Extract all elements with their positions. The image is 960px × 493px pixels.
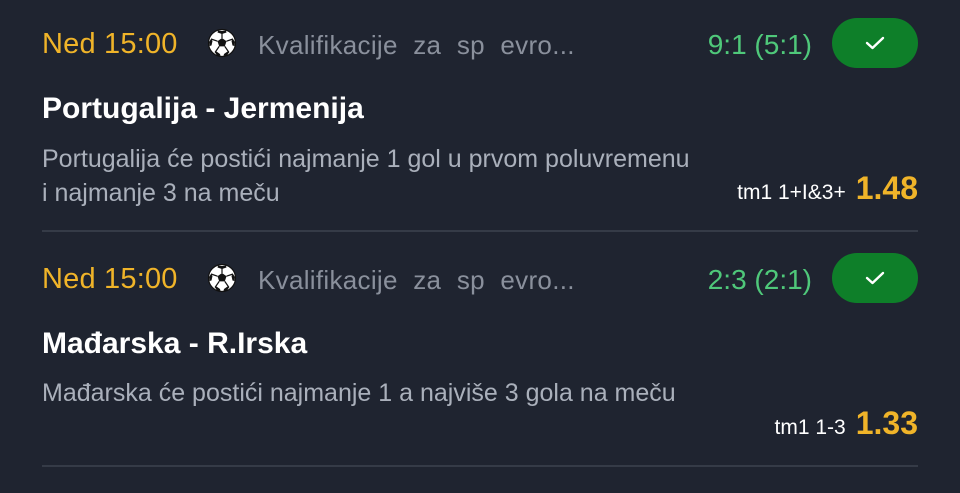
league-name: Kvalifikacije za sp evro... bbox=[258, 30, 575, 60]
market-code: tm1 1-3 bbox=[774, 416, 846, 439]
bet-item[interactable]: Ned 15:00 Kvalifikacije za sp evro... 2:… bbox=[42, 235, 918, 467]
match-time: Ned 15:00 bbox=[42, 28, 178, 60]
league-name: Kvalifikacije za sp evro... bbox=[258, 265, 575, 295]
bet-description: Portugalija će postići najmanje 1 gol u … bbox=[42, 145, 690, 207]
odd-value: 1.33 bbox=[855, 405, 918, 441]
match-time: Ned 15:00 bbox=[42, 263, 178, 295]
market-code: tm1 1+I&3+ bbox=[737, 181, 846, 204]
match-score: 2:3 (2:1) bbox=[707, 264, 812, 295]
divider bbox=[42, 230, 918, 232]
bet-list: Ned 15:00 Kvalifikacije za sp evro... 9:… bbox=[0, 0, 960, 493]
check-icon bbox=[865, 271, 885, 285]
bet-status-button[interactable] bbox=[832, 253, 918, 303]
soccer-ball-icon bbox=[207, 263, 237, 293]
bet-item[interactable]: Ned 15:00 Kvalifikacije za sp evro... 9:… bbox=[42, 0, 918, 232]
bet-odds: tm1 1-3 1.33 bbox=[775, 405, 918, 442]
check-icon bbox=[865, 36, 885, 50]
match-title: Portugalija - Jermenija bbox=[42, 92, 364, 125]
match-title: Mađarska - R.Irska bbox=[42, 327, 308, 360]
soccer-ball-icon bbox=[207, 28, 237, 58]
bet-header: Ned 15:00 Kvalifikacije za sp evro... 2:… bbox=[42, 235, 918, 323]
divider bbox=[42, 465, 918, 467]
match-score: 9:1 (5:1) bbox=[707, 29, 812, 60]
bet-header: Ned 15:00 Kvalifikacije za sp evro... 9:… bbox=[42, 0, 918, 88]
bet-description: Mađarska će postići najmanje 1 a najviše… bbox=[42, 379, 676, 407]
bet-status-button[interactable] bbox=[832, 18, 918, 68]
odd-value: 1.48 bbox=[855, 170, 918, 206]
bet-odds: tm1 1+I&3+ 1.48 bbox=[737, 170, 918, 207]
